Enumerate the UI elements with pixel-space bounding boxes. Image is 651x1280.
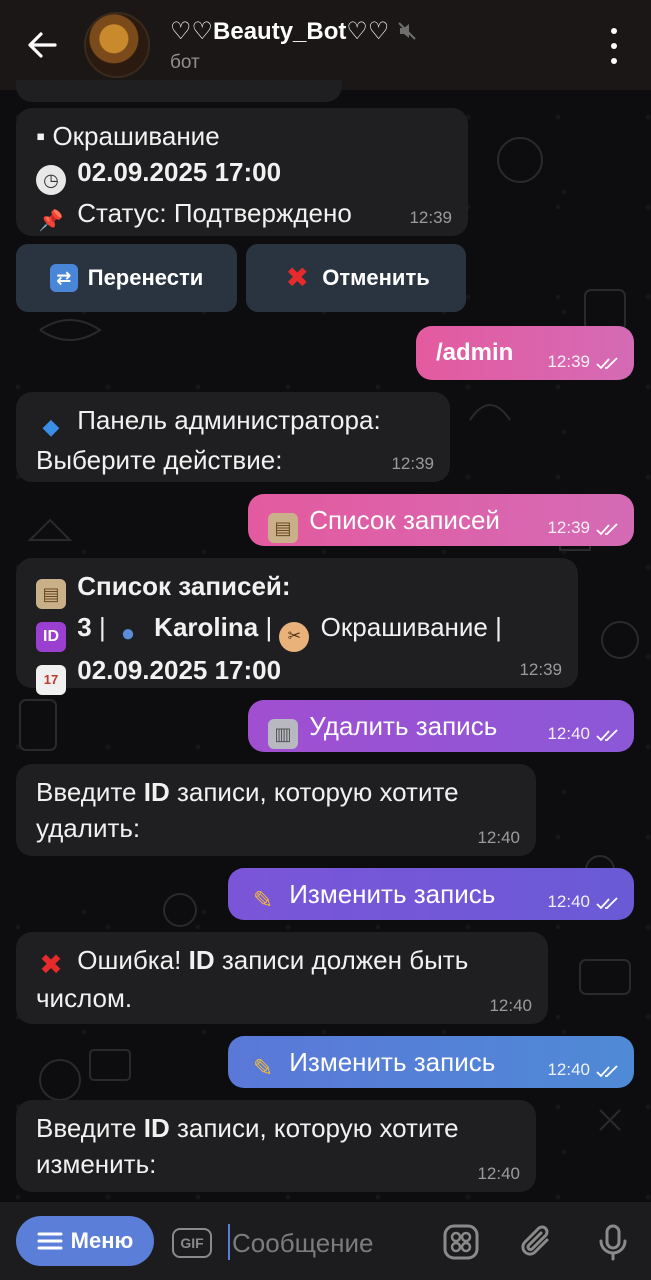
message-time: 12:39	[409, 208, 452, 227]
mic-icon[interactable]	[593, 1222, 633, 1262]
command-text: /admin	[436, 339, 514, 366]
prompt-text-c: записи, которую хотите	[169, 777, 459, 807]
service-line: ▪ Окрашивание	[36, 121, 220, 151]
reschedule-label: Перенести	[87, 265, 204, 290]
id-badge-icon: ID	[36, 622, 66, 652]
message-time: 12:39	[391, 454, 434, 473]
error-text-line2: числом.	[36, 983, 133, 1013]
message-time: 12:40	[547, 892, 590, 911]
error-text-a: Ошибка!	[77, 945, 189, 975]
prompt-id: ID	[143, 777, 170, 807]
more-vert-icon[interactable]	[599, 28, 629, 64]
double-check-icon	[596, 897, 618, 910]
records-heading: Список записей:	[77, 571, 291, 601]
back-button[interactable]	[0, 0, 84, 90]
booking-datetime: 02.09.2025 17:00	[77, 157, 282, 187]
message-admin-panel: ◆ Панель администратора: Выберите действ…	[16, 392, 450, 482]
message-time: 12:40	[547, 724, 590, 743]
admin-panel-prompt: Выберите действие:	[36, 445, 283, 475]
error-id: ID	[188, 945, 215, 975]
message-records-list: ▤ Список записей: ID 3 | ● Karolina | ✂ …	[16, 558, 578, 695]
message-time: 12:40	[547, 1060, 590, 1079]
prompt-text-a: Введите	[36, 1113, 144, 1143]
message-time: 12:40	[477, 828, 520, 847]
double-check-icon	[596, 523, 618, 536]
booking-status: Статус: Подтверждено	[77, 198, 352, 228]
pencil-icon: ✎	[252, 887, 274, 914]
hamburger-icon	[37, 1232, 63, 1250]
message-delete-record: ▥ Удалить запись 12:40	[248, 700, 634, 752]
double-check-icon	[596, 729, 618, 742]
separator: |	[98, 612, 106, 642]
chat-title: ♡♡Beauty_Bot♡♡	[170, 17, 390, 45]
prompt-text-line2: изменить:	[36, 1149, 157, 1179]
cancel-button[interactable]: ✖ Отменить	[246, 244, 466, 312]
double-check-icon	[596, 357, 618, 370]
prompt-text-line2: удалить:	[36, 813, 141, 843]
edit-record-text: Изменить запись	[289, 1047, 496, 1077]
message-time: 12:39	[519, 660, 562, 679]
text-caret	[228, 1224, 230, 1260]
message-admin-command: /admin 12:39	[416, 326, 634, 380]
clock-icon: ◷	[36, 165, 66, 195]
double-check-icon	[596, 1065, 618, 1078]
attach-icon[interactable]	[517, 1222, 557, 1262]
service-name: Окрашивание	[320, 612, 488, 642]
separator: |	[495, 612, 502, 642]
record-id: 3	[77, 612, 92, 642]
record-datetime: 02.09.2025 17:00	[77, 655, 282, 685]
message-partial	[16, 80, 342, 102]
reschedule-button[interactable]: ⇄ Перенести	[16, 244, 237, 312]
blue-diamond-icon: ◆	[42, 414, 60, 439]
message-time: 12:40	[489, 996, 532, 1015]
chat-header: ♡♡Beauty_Bot♡♡ бот	[0, 0, 651, 90]
cross-icon: ✖	[39, 949, 63, 980]
sticker-grid-icon[interactable]	[441, 1222, 481, 1262]
clipboard-icon: ▤	[268, 513, 298, 543]
message-input[interactable]	[232, 1224, 432, 1262]
edit-record-text: Изменить запись	[289, 879, 496, 909]
pencil-icon: ✎	[252, 1055, 274, 1082]
prompt-text-c: записи, которую хотите	[169, 1113, 459, 1143]
cancel-label: Отменить	[322, 265, 430, 290]
repeat-icon: ⇄	[49, 264, 78, 292]
message-time: 12:40	[477, 1164, 520, 1183]
message-list-records: ▤ Список записей 12:39	[248, 494, 634, 546]
message-error: ✖ Ошибка! ID записи должен быть числом. …	[16, 932, 548, 1024]
cross-icon: ✖	[285, 262, 309, 293]
trash-icon: ▥	[268, 719, 298, 749]
message-edit-record: ✎ Изменить запись 12:40	[228, 1036, 634, 1088]
message-edit-record: ✎ Изменить запись 12:40	[228, 868, 634, 920]
mute-icon	[398, 22, 417, 40]
clipboard-icon: ▤	[36, 579, 66, 609]
client-name: Karolina	[154, 612, 259, 642]
gif-button[interactable]: GIF	[172, 1228, 212, 1258]
list-records-text: Список записей	[309, 505, 500, 535]
menu-label: Меню	[70, 1228, 134, 1253]
bot-menu-button[interactable]: Меню	[16, 1216, 154, 1266]
person-silhouette-icon: ●	[120, 620, 136, 647]
pin-icon: 📌	[38, 210, 64, 232]
chat-title-block[interactable]: ♡♡Beauty_Bot♡♡ бот	[170, 17, 417, 74]
message-booking-info: ▪ Окрашивание ◷ 02.09.2025 17:00 📌 Стату…	[16, 108, 468, 236]
separator: |	[265, 612, 273, 642]
chat-subtitle: бот	[170, 51, 200, 73]
back-arrow-icon	[28, 32, 57, 58]
message-enter-id-delete: Введите ID записи, которую хотите удалит…	[16, 764, 536, 856]
message-input-bar: Меню GIF	[0, 1202, 651, 1280]
prompt-id: ID	[143, 1113, 170, 1143]
prompt-text-a: Введите	[36, 777, 144, 807]
calendar-icon: 17	[36, 665, 66, 695]
error-text-c: записи должен быть	[214, 945, 469, 975]
message-enter-id-edit: Введите ID записи, которую хотите измени…	[16, 1100, 536, 1192]
message-time: 12:39	[547, 518, 590, 537]
message-time: 12:39	[547, 352, 590, 371]
avatar[interactable]	[84, 12, 150, 78]
hairdresser-icon: ✂	[279, 622, 310, 652]
admin-panel-title: Панель администратора:	[77, 405, 381, 435]
delete-record-text: Удалить запись	[309, 711, 498, 741]
